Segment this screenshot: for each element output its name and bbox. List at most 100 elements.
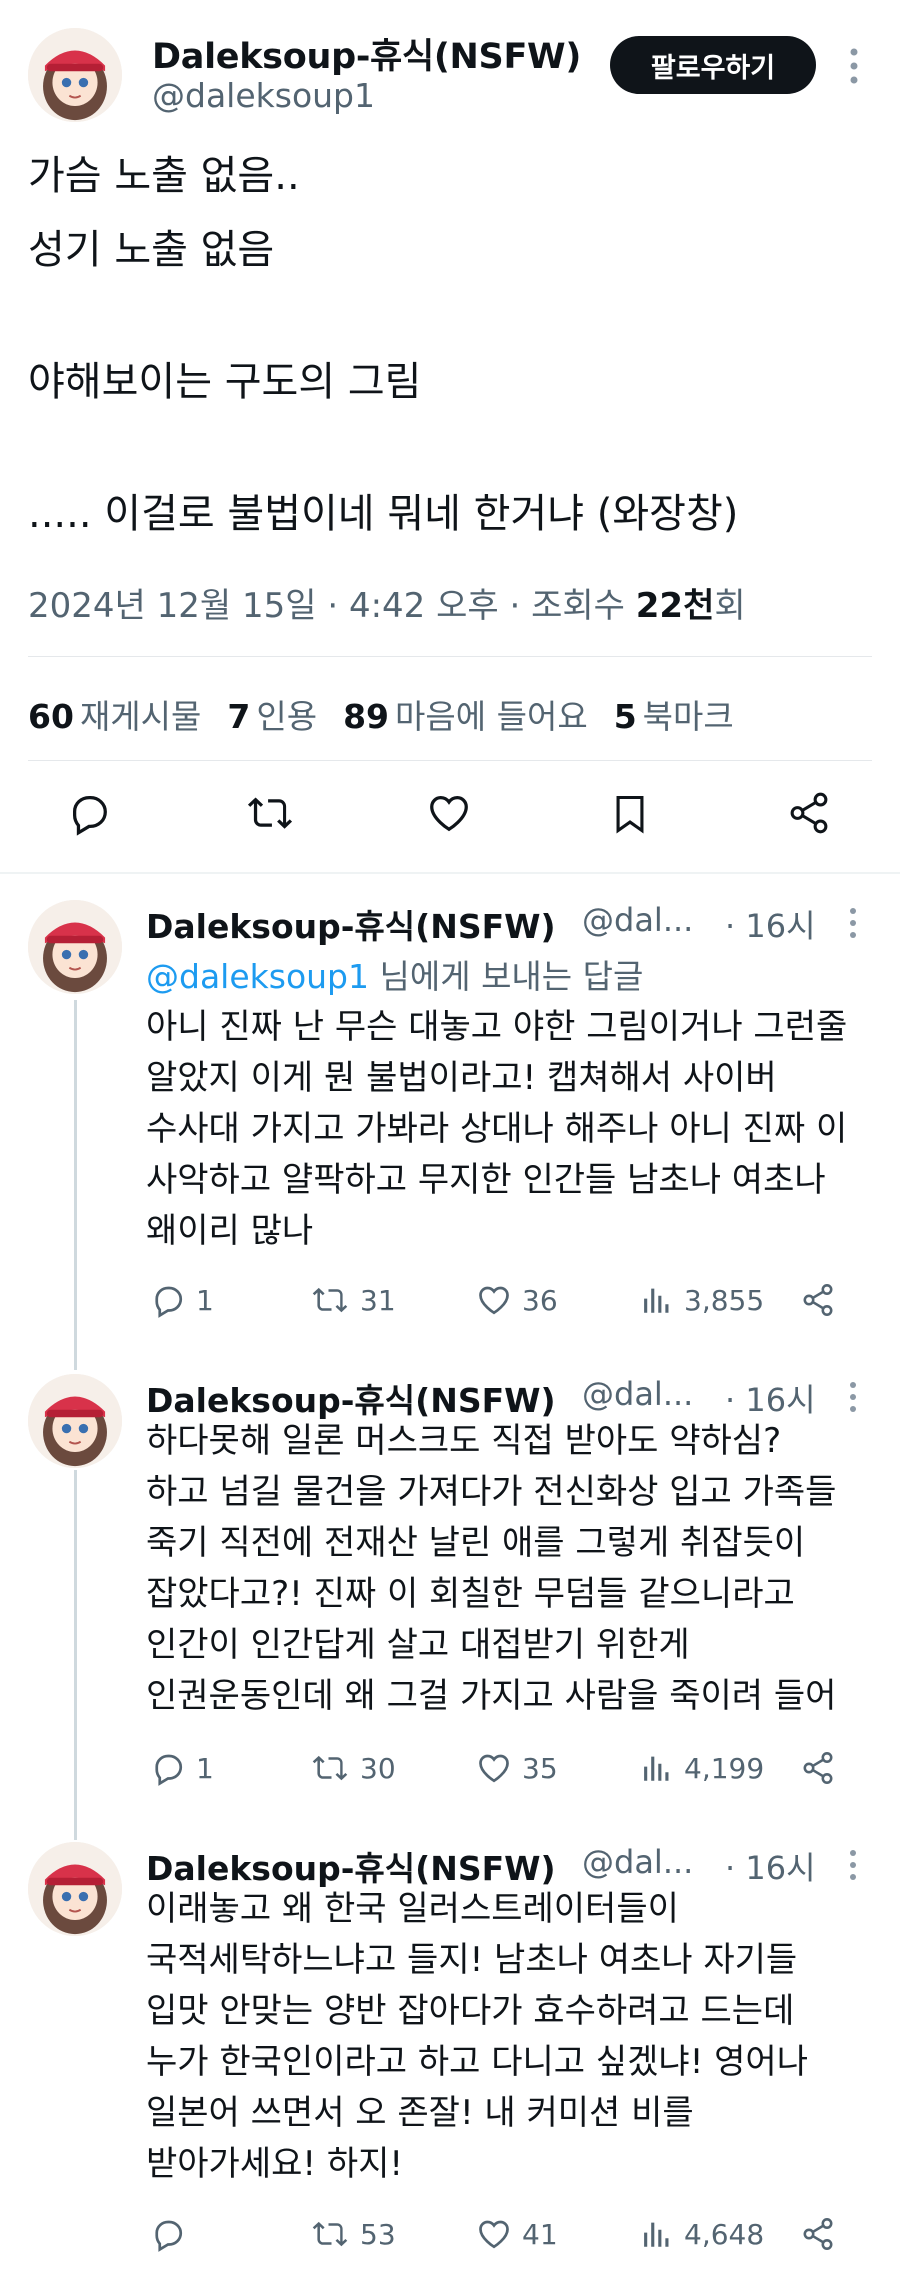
like-button[interactable]: 35 [476, 1750, 558, 1786]
like-button[interactable]: 36 [476, 1282, 558, 1318]
views-count: 4,648 [684, 2217, 765, 2251]
like-count: 41 [522, 2217, 558, 2251]
reply-icon [150, 1282, 186, 1318]
reply-button[interactable]: 1 [150, 1750, 214, 1786]
retweet-button[interactable]: 31 [310, 1282, 396, 1318]
share-button[interactable] [800, 2216, 846, 2252]
reply-text-line: 인권운동인데 왜 그걸 가지고 사람을 죽이려 들어 [146, 1676, 837, 1716]
reply-action-bar: 53 41 4,648 [146, 2216, 866, 2266]
reply-count: 1 [196, 1283, 214, 1317]
tweet-date[interactable]: 2024년 12월 15일 [28, 586, 317, 626]
reply-text-line: 죽기 직전에 전재산 날린 애를 그렇게 취잡듯이 [146, 1523, 806, 1563]
like-button[interactable]: 41 [476, 2216, 558, 2252]
retweet-count: 30 [360, 1751, 396, 1785]
share-button[interactable] [800, 1282, 846, 1318]
reply-text-line: 하고 넘길 물건을 가져다가 전신화상 입고 가족들 [146, 1472, 837, 1512]
main-tweet-header: Daleksoup-휴식(NSFW) @daleksoup1 팔로우하기 [0, 0, 900, 130]
tweet-text-line: 야해보이는 구도의 그림 [28, 359, 422, 405]
views-count: 4,199 [684, 1751, 765, 1785]
views-icon [640, 1750, 674, 1786]
more-options-icon[interactable] [848, 46, 860, 86]
reply-time[interactable]: · 16시 [725, 1375, 816, 1421]
retweet-icon [310, 2216, 350, 2252]
author-handle[interactable]: @daleksoup1 [152, 76, 375, 115]
replying-to: @daleksoup1 님에게 보내는 답글 [146, 950, 643, 998]
retweet-icon [310, 1750, 350, 1786]
like-icon [476, 1282, 512, 1318]
author-handle[interactable]: @dal... [582, 1843, 693, 1881]
reply-tweet[interactable]: Daleksoup-휴식(NSFW) @dal... · 16시 @daleks… [0, 900, 900, 1340]
tweet-time[interactable]: 4:42 오후 [349, 586, 499, 626]
reply-time[interactable]: · 16시 [725, 1843, 816, 1889]
reply-text-line: 수사대 가지고 가봐라 상대나 해주나 아니 진짜 이 [146, 1109, 848, 1149]
divider [28, 656, 872, 657]
tweet-text-line: 가슴 노출 없음.. [28, 153, 300, 199]
divider [28, 760, 872, 761]
stat-likes[interactable]: 89 마음에 들어요 [343, 690, 588, 738]
like-count: 36 [522, 1283, 558, 1317]
like-icon [476, 1750, 512, 1786]
tweet-text-line: 성기 노출 없음 [28, 227, 275, 273]
views-button[interactable]: 4,199 [640, 1750, 764, 1786]
bookmark-icon[interactable] [608, 790, 652, 838]
reply-text-line: 하다못해 일론 머스크도 직접 받아도 약하심? [146, 1421, 782, 1461]
like-icon[interactable] [426, 790, 472, 836]
reply-text-line: 사악하고 얄팍하고 무지한 인간들 남초나 여초나 [146, 1160, 826, 1200]
stat-reposts[interactable]: 60 재게시물 [28, 690, 201, 738]
mention-link[interactable]: @daleksoup1 [146, 957, 369, 996]
tweet-meta: 2024년 12월 15일 · 4:42 오후 · 조회수 22천회 [28, 586, 746, 626]
retweet-icon[interactable] [245, 790, 295, 836]
avatar[interactable] [28, 28, 122, 122]
more-options-icon[interactable] [848, 1380, 858, 1414]
author-handle[interactable]: @dal... [582, 901, 693, 939]
reply-text-line: 누가 한국인이라고 하고 다니고 싶겠냐! 영어나 [146, 2042, 808, 2082]
author-name[interactable]: Daleksoup-휴식(NSFW) [146, 1374, 556, 1422]
follow-button[interactable]: 팔로우하기 [610, 36, 816, 94]
views-icon [640, 2216, 674, 2252]
reply-tweet[interactable]: Daleksoup-휴식(NSFW) @dal... · 16시 하다못해 일론… [0, 1374, 900, 1804]
share-icon[interactable] [786, 790, 832, 836]
views-button[interactable]: 3,855 [640, 1282, 764, 1318]
reply-text-line: 국적세탁하느냐고 들지! 남초나 여초나 자기들 [146, 1940, 798, 1980]
retweet-button[interactable]: 53 [310, 2216, 396, 2252]
reply-action-bar: 1 31 36 3,855 [146, 1282, 866, 1332]
more-options-icon[interactable] [848, 906, 858, 940]
author-name[interactable]: Daleksoup-휴식(NSFW) [146, 900, 556, 948]
tweet-stats: 60 재게시물 7 인용 89 마음에 들어요 5 북마크 [28, 690, 760, 738]
views-icon [640, 1282, 674, 1318]
author-name[interactable]: Daleksoup-휴식(NSFW) [146, 1842, 556, 1890]
views-button[interactable]: 4,648 [640, 2216, 764, 2252]
views-value: 22천 [635, 586, 715, 626]
share-button[interactable] [800, 1750, 846, 1786]
tweet-action-bar [0, 790, 900, 850]
tweet-text-line: ..... 이걸로 불법이네 뭐네 한거냐 (와장창) [28, 491, 739, 537]
stat-bookmarks[interactable]: 5 북마크 [614, 690, 734, 738]
share-icon [800, 1750, 836, 1786]
avatar[interactable] [28, 1842, 122, 1936]
reply-tweet[interactable]: Daleksoup-휴식(NSFW) @dal... · 16시 이래놓고 왜 … [0, 1842, 900, 2272]
author-handle[interactable]: @dal... [582, 1375, 693, 1413]
replying-suffix: 님에게 보내는 답글 [379, 957, 644, 996]
reply-button[interactable]: 1 [150, 1282, 214, 1318]
reply-text-line: 아니 진짜 난 무슨 대놓고 야한 그림이거나 그런줄 [146, 1007, 848, 1047]
reply-text-line: 일본어 쓰면서 오 존잘! 내 커미션 비를 [146, 2093, 694, 2133]
retweet-button[interactable]: 30 [310, 1750, 396, 1786]
reply-icon [150, 2216, 186, 2252]
avatar[interactable] [28, 1374, 122, 1468]
reply-icon [150, 1750, 186, 1786]
author-name[interactable]: Daleksoup-휴식(NSFW) [152, 28, 581, 79]
reply-time[interactable]: · 16시 [725, 901, 816, 947]
retweet-count: 53 [360, 2217, 396, 2251]
stat-quotes[interactable]: 7 인용 [227, 690, 317, 738]
section-divider [0, 872, 900, 874]
views-label: 조회수 [531, 586, 625, 626]
reply-text-line: 왜이리 많나 [146, 1211, 314, 1251]
reply-icon[interactable] [66, 790, 112, 836]
reply-text-line: 인간이 인간답게 살고 대접받기 위한게 [146, 1625, 690, 1665]
reply-text-line: 이래놓고 왜 한국 일러스트레이터들이 [146, 1889, 679, 1929]
more-options-icon[interactable] [848, 1848, 858, 1882]
share-icon [800, 1282, 836, 1318]
reply-button[interactable] [150, 2216, 196, 2252]
avatar[interactable] [28, 900, 122, 994]
like-icon [476, 2216, 512, 2252]
